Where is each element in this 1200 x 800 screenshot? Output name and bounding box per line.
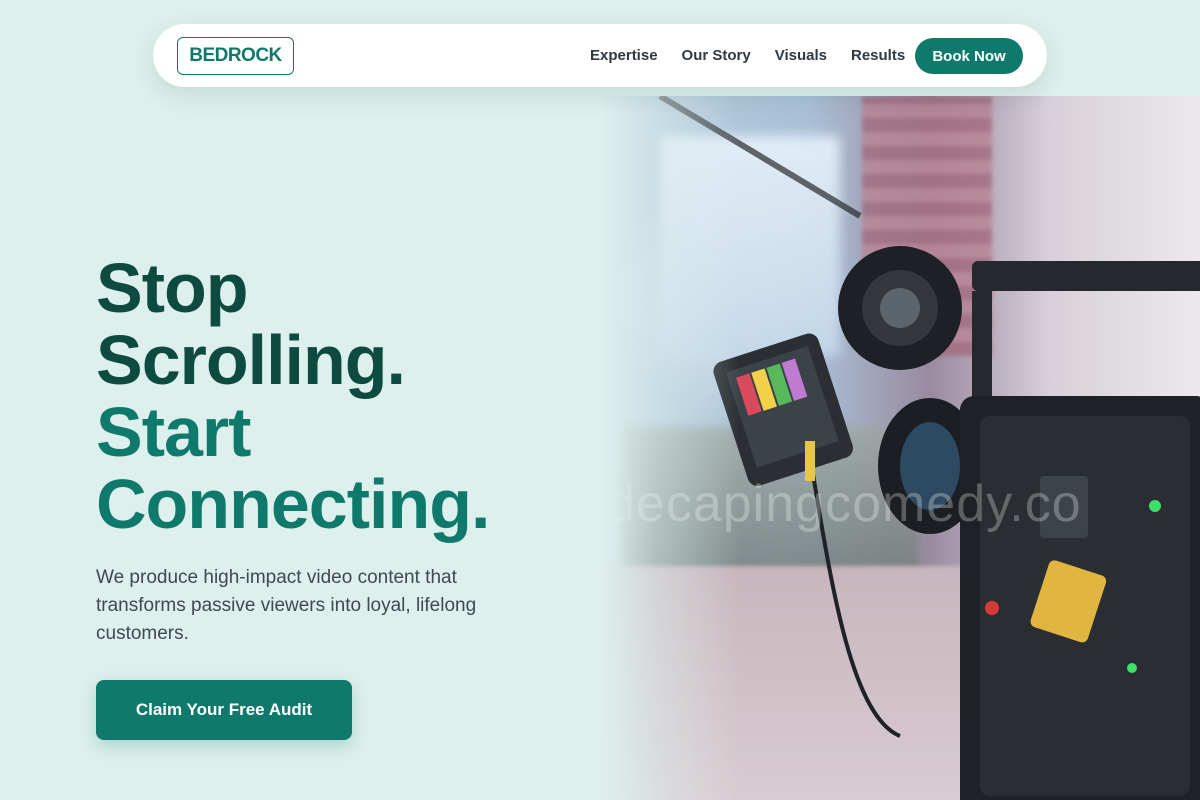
- book-now-button[interactable]: Book Now: [915, 38, 1023, 74]
- nav-link-results[interactable]: Results: [851, 47, 905, 64]
- claim-free-audit-button[interactable]: Claim Your Free Audit: [96, 680, 352, 740]
- nav-links: Expertise Our Story Visuals Results: [590, 24, 905, 87]
- nav-link-our-story[interactable]: Our Story: [682, 47, 751, 64]
- nav-link-visuals[interactable]: Visuals: [775, 47, 827, 64]
- nav-link-expertise[interactable]: Expertise: [590, 47, 658, 64]
- hero-headline: Stop Scrolling. Start Connecting.: [96, 249, 490, 543]
- hero-subtext: We produce high-impact video content tha…: [96, 567, 477, 644]
- image-fade-overlay: [600, 96, 740, 800]
- headline-line-connecting: Connecting.: [96, 465, 490, 543]
- headline-line-scrolling: Scrolling.: [96, 321, 406, 399]
- hero-image: decapingcomedy.co: [600, 96, 1200, 800]
- headline-line-start: Start: [96, 393, 251, 471]
- headline-line-stop: Stop: [96, 249, 249, 327]
- brand-logo[interactable]: BEDROCK: [177, 37, 294, 75]
- top-navigation: BEDROCK Expertise Our Story Visuals Resu…: [153, 24, 1047, 87]
